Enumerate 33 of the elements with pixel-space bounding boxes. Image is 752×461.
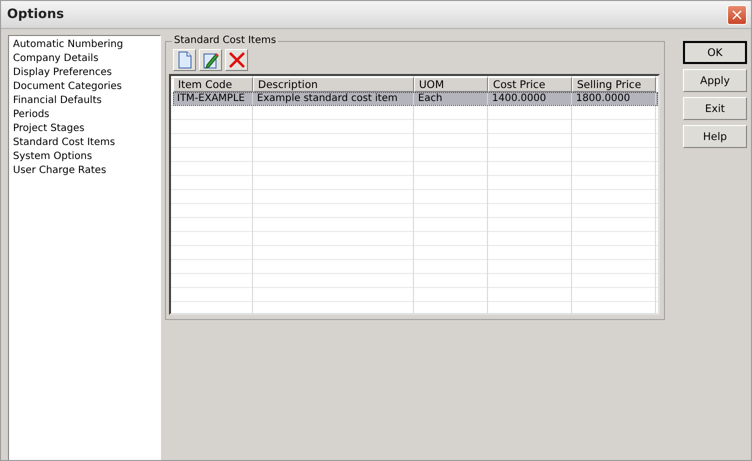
edit-button[interactable] — [199, 49, 222, 71]
column-header[interactable]: Selling Price — [572, 77, 656, 92]
list-item[interactable]: Company Details — [13, 52, 156, 66]
dialog-button[interactable]: Help — [683, 125, 747, 148]
table-cell: 1400.0000 — [488, 92, 572, 106]
column-header[interactable]: Item Code — [173, 77, 253, 92]
dialog-button[interactable]: OK — [683, 41, 747, 64]
list-item[interactable]: Standard Cost Items — [13, 136, 156, 150]
list-item[interactable]: Periods — [13, 108, 156, 122]
window-title: Options — [7, 7, 64, 22]
list-item[interactable]: Financial Defaults — [13, 94, 156, 108]
list-item[interactable]: System Options — [13, 150, 156, 164]
close-button[interactable]: × — [727, 4, 747, 24]
dialog-button[interactable]: Apply — [683, 69, 747, 92]
column-header[interactable]: Cost Price — [488, 77, 572, 92]
list-item[interactable]: Automatic Numbering — [13, 38, 156, 52]
document-icon — [176, 51, 192, 69]
list-item[interactable]: User Charge Rates — [13, 164, 156, 178]
pencil-edit-icon — [202, 51, 220, 69]
column-header[interactable]: UOM — [414, 77, 488, 92]
list-item[interactable]: Project Stages — [13, 122, 156, 136]
delete-icon — [228, 51, 246, 69]
list-item[interactable]: Display Preferences — [13, 66, 156, 80]
column-header[interactable]: Description — [253, 77, 414, 92]
table-cell: Example standard cost item — [253, 92, 414, 106]
table-cell: ITM-EXAMPLE — [173, 92, 253, 106]
dialog-button[interactable]: Exit — [683, 97, 747, 120]
table-row[interactable]: ITM-EXAMPLE Example standard cost item Each 1400.0000 1800.0000 — [173, 92, 658, 106]
table-cell: 1800.0000 — [572, 92, 656, 106]
new-button[interactable] — [173, 49, 196, 71]
table-cell: Each — [414, 92, 488, 106]
list-item[interactable]: Document Categories — [13, 80, 156, 94]
delete-button[interactable] — [225, 49, 248, 71]
